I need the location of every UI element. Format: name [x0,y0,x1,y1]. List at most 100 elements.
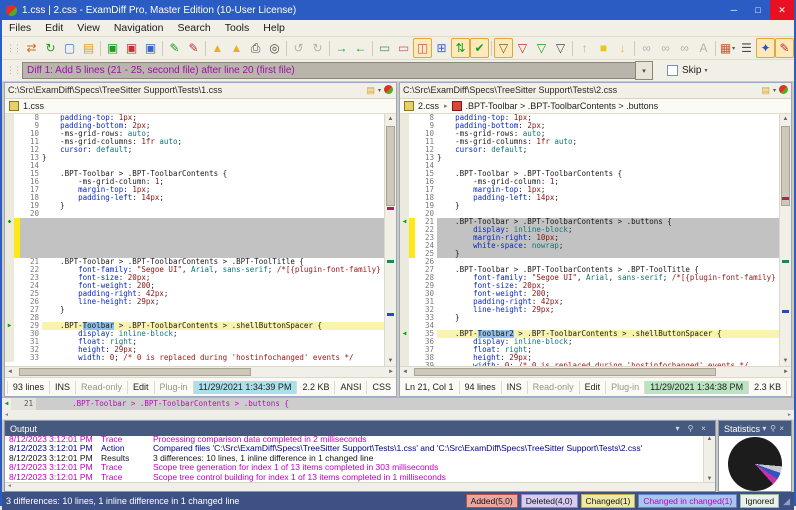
scroll-up-icon[interactable]: ▲ [707,436,713,442]
code-line[interactable]: 14 [5,162,385,171]
panel-dropdown-icon[interactable]: ▾ [760,424,769,433]
copy-to-left-icon[interactable]: ← [351,38,370,58]
find-icon[interactable]: ∞ [637,38,656,58]
open-file-icon[interactable]: ▤ [366,85,375,96]
code-line[interactable]: 18 padding-left: 14px; [5,194,385,203]
match-case-icon[interactable]: A [694,38,713,58]
diff-mark-current[interactable] [387,312,394,316]
previous-diff-icon[interactable]: ↑ [575,38,594,58]
redo-icon[interactable]: ↻ [308,38,327,58]
code-line[interactable]: 11 -ms-grid-columns: 1fr auto; [400,138,780,147]
code-line[interactable]: 22 display: inline-block; [400,226,780,235]
code-line[interactable]: 25 padding-right: 42px; [5,290,385,299]
diffbar-grip[interactable]: ⋮⋮ [6,65,22,76]
find-next-icon[interactable]: ∞ [656,38,675,58]
second-file-code-area[interactable]: 8 padding-top: 1px; 9 padding-bottom: 2px… [400,114,791,366]
code-line[interactable]: 8 padding-top: 1px; [5,114,385,123]
save-all-icon[interactable]: ▣ [141,38,160,58]
undo-icon[interactable]: ↺ [289,38,308,58]
scroll-right-icon[interactable]: ► [388,369,394,375]
scroll-down-icon[interactable]: ▼ [385,356,396,366]
code-line[interactable]: ◀ 35 .BPT-Toolbar2 > .BPT-ToolbarContents… [400,330,780,339]
snapshot-first-icon[interactable]: ▲ [208,38,227,58]
code-line[interactable]: 29 font-size: 20px; [400,282,780,291]
code-line[interactable]: 9 padding-bottom: 2px; [400,122,780,131]
code-line[interactable]: 37 float: right; [400,346,780,355]
scrollbar-thumb[interactable] [386,126,395,207]
scroll-up-icon[interactable]: ▲ [780,114,791,124]
menu-help[interactable]: Help [256,21,292,35]
show-first-pane-icon[interactable]: ▭ [375,38,394,58]
code-line[interactable]: 32 height: 29px; [5,346,385,355]
code-line[interactable]: 19 } [5,202,385,211]
scroll-left-icon[interactable]: ◄ [402,369,408,375]
code-line[interactable]: 17 margin-top: 1px; [400,186,780,195]
second-file-tab[interactable]: 2.css [418,101,439,111]
code-line[interactable]: 30 display: inline-block; [5,330,385,339]
panel-pin-icon[interactable]: ⚲ [769,424,778,433]
recompare-icon[interactable]: ↻ [41,38,60,58]
code-line[interactable]: 22 font-family: "Segoe UI", Arial, sans-… [5,266,385,275]
code-line[interactable]: 26 line-height: 29px; [5,298,385,307]
toolbar-grip[interactable]: ⋮⋮ [6,43,22,54]
code-line[interactable]: 20 [5,210,385,219]
output-horizontal-scrollbar[interactable]: ◄ [5,482,715,491]
panel-close-icon[interactable]: × [697,424,710,433]
diff-mark-added[interactable] [387,260,394,264]
split-view-icon[interactable]: ◫ [413,38,432,58]
code-line[interactable]: 27 .BPT-Toolbar > .BPT-ToolbarContents >… [400,266,780,275]
code-line[interactable]: 28 font-family: "Segoe UI", Arial, sans-… [400,274,780,283]
scrollbar-thumb[interactable] [781,126,790,207]
code-line[interactable]: 13} [5,154,385,163]
code-line[interactable] [5,242,385,251]
auto-recompare-icon[interactable]: ✔ [470,38,489,58]
edit-mode-icon[interactable]: ✎ [775,38,794,58]
code-line[interactable]: 17 margin-top: 1px; [5,186,385,195]
code-line[interactable]: 20 [400,210,780,219]
code-line[interactable]: ▶ 29 .BPT-Toolbar > .BPT-ToolbarContents … [5,322,385,331]
detail-horizontal-scrollbar[interactable]: ◄ ► [2,410,794,419]
code-line[interactable]: 33 } [400,314,780,323]
scroll-left-icon[interactable]: ◄ [7,369,13,375]
code-line[interactable] [5,226,385,235]
snapshot-second-icon[interactable]: ▲ [227,38,246,58]
code-line[interactable]: 25 } [400,250,780,259]
code-line[interactable]: 38 height: 29px; [400,354,780,363]
panel-dropdown-icon[interactable]: ▾ [671,424,684,433]
open-file-dropdown-icon[interactable]: ▾ [773,87,776,94]
diff-mark-changed[interactable] [782,197,789,201]
code-line[interactable]: 10 -ms-grid-rows: auto; [400,130,780,139]
next-diff-icon[interactable]: ↓ [613,38,632,58]
grid-view-icon[interactable]: ⊞ [432,38,451,58]
code-line[interactable]: 16 -ms-grid-column: 1; [5,178,385,187]
show-second-pane-icon[interactable]: ▭ [394,38,413,58]
code-line[interactable]: 31 padding-right: 42px; [400,298,780,307]
current-diff-line[interactable]: ◀ 21 .BPT-Toolbar > .BPT-ToolbarContents… [2,398,794,410]
code-line[interactable]: 15 .BPT-Toolbar > .BPT-ToolbarContents { [400,170,780,179]
open-file-icon[interactable]: ▤ [761,85,770,96]
second-file-horizontal-scrollbar[interactable]: ◄ ► [400,365,791,378]
menu-edit[interactable]: Edit [38,21,70,35]
open-file-dropdown-icon[interactable]: ▾ [378,87,381,94]
code-line[interactable]: 24 white-space: nowrap; [400,242,780,251]
scroll-up-icon[interactable]: ▲ [385,114,396,124]
code-line[interactable]: 36 display: inline-block; [400,338,780,347]
save-first-icon[interactable]: ▣ [103,38,122,58]
resize-grip[interactable]: ◢ [783,496,790,507]
scrollbar-thumb[interactable] [19,367,251,377]
print-icon[interactable]: ⎙ [246,38,265,58]
copy-to-right-icon[interactable]: → [332,38,351,58]
zoom-icon[interactable]: ◎ [265,38,284,58]
menu-search[interactable]: Search [170,21,217,35]
save-second-icon[interactable]: ▣ [122,38,141,58]
diff-mark-current[interactable] [782,310,789,314]
menu-view[interactable]: View [70,21,107,35]
code-line[interactable]: 31 float: right; [5,338,385,347]
scroll-right-icon[interactable]: ► [787,412,792,418]
code-line[interactable]: 12 cursor: default; [400,146,780,155]
first-file-tab[interactable]: 1.css [23,101,44,111]
skip-checkbox[interactable]: Skip ▾ [667,65,707,76]
new-comparison-icon[interactable]: ▢ [60,38,79,58]
diff-mark-changed[interactable] [387,207,394,211]
menu-navigation[interactable]: Navigation [107,21,171,35]
